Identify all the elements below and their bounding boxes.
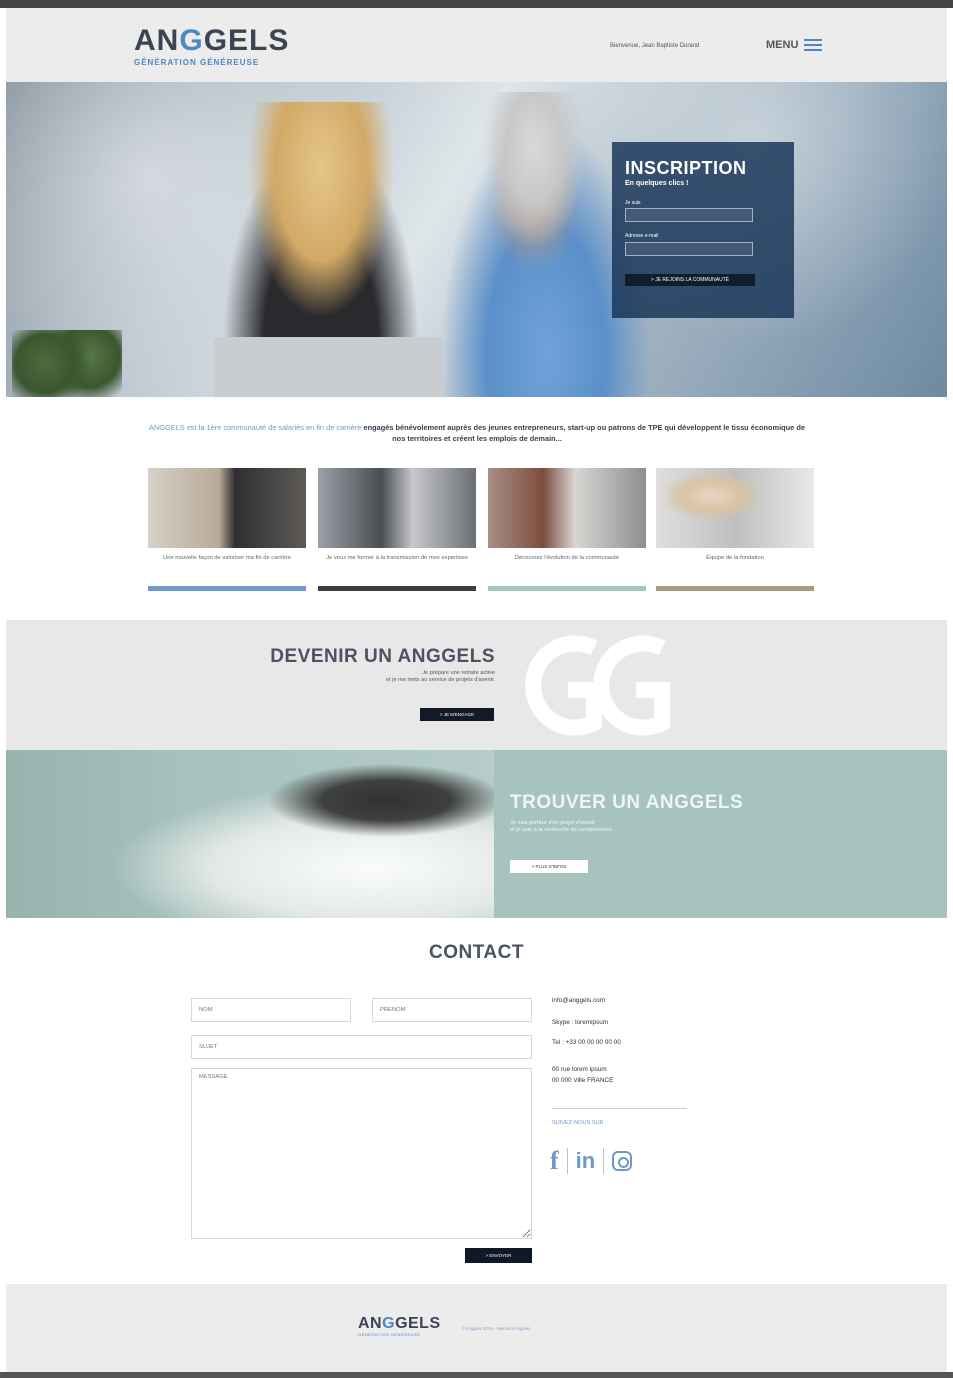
- gg-monogram-icon: [525, 635, 670, 736]
- intro-text: engagés bénévolement auprès des jeunes e…: [361, 423, 805, 443]
- devenir-text-line-2: et je me mets au service de projets d'av…: [386, 677, 495, 683]
- card-caption: Une nouvelle façon de valoriser ma fin d…: [163, 555, 291, 561]
- engage-button[interactable]: > JE M'ENGAGE: [420, 708, 494, 721]
- social-divider: [603, 1148, 605, 1174]
- devenir-text-line-1: Je prépare une retraite active: [422, 670, 495, 676]
- inscription-input-1[interactable]: [625, 208, 753, 222]
- card-image: [148, 468, 306, 548]
- card-color-bar: [318, 586, 476, 591]
- inscription-label-1: Je suis: [625, 200, 641, 206]
- bottom-border: [0, 1372, 953, 1378]
- more-info-button[interactable]: > PLUS D'INFOS: [510, 860, 588, 873]
- card-image: [318, 468, 476, 548]
- feature-card[interactable]: Découvrez l'évolution de la communauté: [488, 468, 646, 591]
- card-color-bar: [148, 586, 306, 591]
- trouver-title: TROUVER UN ANGGELS: [510, 792, 744, 813]
- top-border: [0, 0, 953, 8]
- devenir-section: DEVENIR UN ANGGELS Je prépare une retrai…: [6, 620, 947, 750]
- contact-address-line-2: 00 000 Ville FRANCE: [552, 1077, 614, 1084]
- hamburger-icon: [804, 39, 823, 51]
- card-caption: Je veux me former à la transmission de m…: [326, 555, 468, 561]
- feature-card[interactable]: Une nouvelle façon de valoriser ma fin d…: [148, 468, 306, 591]
- inscription-panel: INSCRIPTION En quelques clics ! Je suis …: [612, 142, 794, 318]
- contact-title: CONTACT: [429, 942, 524, 963]
- menu-label: MENU: [766, 39, 799, 51]
- contact-skype: Skype : loremipsum: [552, 1019, 609, 1026]
- card-caption: Découvrez l'évolution de la communauté: [514, 555, 620, 561]
- trouver-text-line-2: et je suis à la recherche de compétences…: [510, 827, 614, 833]
- contact-phone: Tel : +33 00 00 00 00 00: [552, 1039, 621, 1046]
- card-color-bar: [488, 586, 646, 591]
- inscription-label-2: Adresse e-mail: [625, 233, 659, 239]
- site-footer: ANGGELS GÉNÉRATION GÉNÉREUSE ©Anggels 20…: [6, 1284, 947, 1372]
- trouver-photo: [6, 750, 494, 918]
- linkedin-icon[interactable]: in: [576, 1148, 596, 1174]
- social-divider: [566, 1148, 568, 1174]
- logo-tagline: GÉNÉRATION GÉNÉREUSE: [134, 58, 260, 67]
- footer-copyright[interactable]: ©Anggels 2016 - Mentions légales: [462, 1326, 531, 1331]
- card-caption: Équipe de la fondation: [706, 555, 764, 561]
- contact-address-line-1: 00 rue lorem ipsum: [552, 1066, 607, 1073]
- send-button[interactable]: > ENVOYER: [465, 1248, 532, 1263]
- footer-logo[interactable]: ANGGELS GÉNÉRATION GÉNÉREUSE: [358, 1315, 441, 1338]
- inscription-title: INSCRIPTION: [625, 158, 747, 178]
- follow-us-label: SUIVEZ-NOUS SUR: [552, 1120, 604, 1126]
- sujet-field[interactable]: [191, 1035, 532, 1059]
- site-logo[interactable]: ANGGELS GÉNÉRATION GÉNÉREUSE: [134, 24, 290, 68]
- feature-card[interactable]: Équipe de la fondation: [656, 468, 814, 591]
- card-image: [656, 468, 814, 548]
- trouver-section: TROUVER UN ANGGELS Je suis porteur d'un …: [6, 750, 947, 918]
- welcome-text: Bienvenue, Jean Baptiste Durand: [610, 43, 700, 49]
- social-links: f in: [550, 1146, 633, 1176]
- nom-field[interactable]: [191, 998, 351, 1022]
- page: ANGGELS GÉNÉRATION GÉNÉREUSE Bienvenue, …: [6, 8, 947, 1372]
- trouver-text: Je suis porteur d'un projet d'avenir et …: [510, 820, 730, 834]
- devenir-title: DEVENIR UN ANGGELS: [270, 646, 495, 667]
- message-field[interactable]: [191, 1068, 532, 1239]
- hero-photo-plant: [12, 330, 122, 397]
- footer-logo-tagline: GÉNÉRATION GÉNÉREUSE: [358, 1332, 421, 1337]
- feature-card[interactable]: Je veux me former à la transmission de m…: [318, 468, 476, 591]
- facebook-icon[interactable]: f: [550, 1146, 559, 1176]
- contact-email[interactable]: info@anggels.com: [552, 997, 605, 1004]
- logo-wordmark: ANGGELS: [134, 24, 290, 57]
- inscription-subtitle: En quelques clics !: [625, 180, 689, 187]
- trouver-text-line-1: Je suis porteur d'un projet d'avenir: [510, 820, 596, 826]
- intro-paragraph: ANGGELS est la 1ère communauté de salari…: [146, 422, 808, 444]
- menu-button[interactable]: MENU: [766, 39, 823, 51]
- prenom-field[interactable]: [372, 998, 532, 1022]
- card-color-bar: [656, 586, 814, 591]
- hero-banner: INSCRIPTION En quelques clics ! Je suis …: [6, 82, 947, 397]
- devenir-text: Je prépare une retraite active et je me …: [275, 670, 495, 684]
- contact-divider: [552, 1108, 687, 1109]
- instagram-icon[interactable]: [612, 1151, 633, 1171]
- inscription-email-input[interactable]: [625, 242, 753, 256]
- site-header: ANGGELS GÉNÉRATION GÉNÉREUSE Bienvenue, …: [6, 8, 947, 82]
- hero-photo-laptop: [214, 337, 444, 397]
- card-image: [488, 468, 646, 548]
- join-community-button[interactable]: > JE REJOINS LA COMMUNAUTÉ: [625, 274, 755, 286]
- intro-accent-text: ANGGELS est la 1ère communauté de salari…: [149, 423, 362, 432]
- footer-logo-wordmark: ANGGELS: [358, 1315, 441, 1332]
